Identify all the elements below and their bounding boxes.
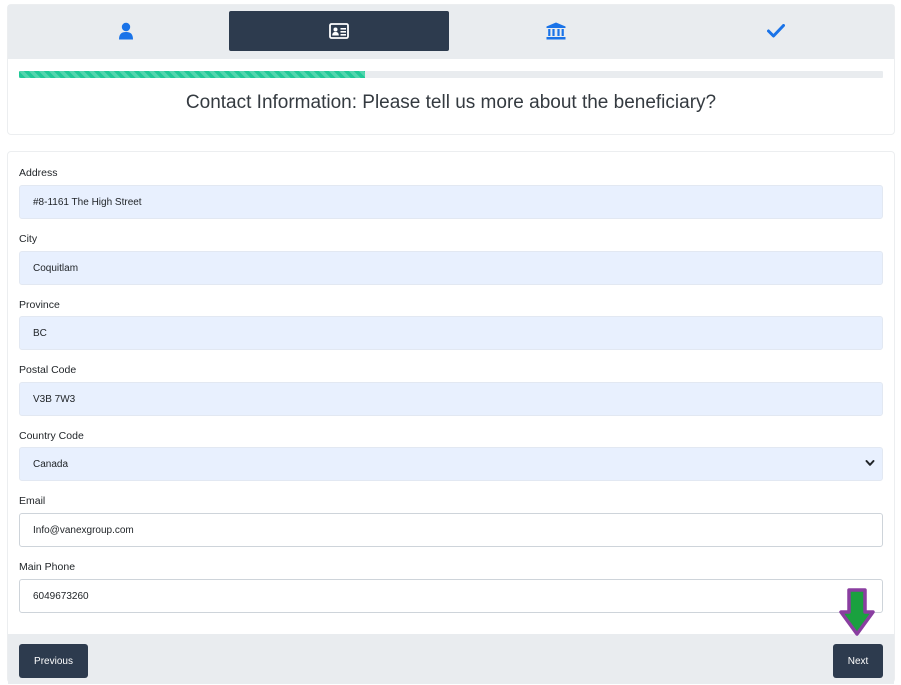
country-code-select[interactable]: Canada [19, 447, 883, 481]
email-label: Email [19, 495, 46, 507]
chevron-down-icon [865, 460, 875, 466]
step-contact[interactable] [229, 11, 449, 51]
postal-code-label: Postal Code [19, 364, 77, 376]
progress-bar [19, 71, 883, 78]
step-personal[interactable] [16, 11, 236, 51]
down-arrow-icon [839, 588, 875, 636]
check-icon [767, 24, 785, 38]
id-card-icon [329, 23, 349, 39]
progress-bar-fill [19, 71, 365, 78]
city-label: City [19, 233, 38, 245]
user-icon [119, 22, 133, 40]
province-label: Province [19, 299, 60, 311]
city-input[interactable] [19, 251, 883, 285]
email-input[interactable] [19, 513, 883, 547]
address-label: Address [19, 167, 58, 179]
step-banking[interactable] [446, 11, 666, 51]
bank-icon [546, 22, 566, 40]
main-phone-input[interactable] [19, 579, 883, 613]
province-input[interactable] [19, 316, 883, 350]
address-input[interactable] [19, 185, 883, 219]
previous-button[interactable]: Previous [19, 644, 88, 678]
next-button[interactable]: Next [833, 644, 883, 678]
step-confirm[interactable] [666, 11, 886, 51]
country-code-label: Country Code [19, 430, 84, 442]
wizard-footer [8, 634, 894, 684]
country-code-value: Canada [19, 447, 883, 481]
postal-code-input[interactable] [19, 382, 883, 416]
page-title: Contact Information: Please tell us more… [185, 92, 717, 113]
wizard-steps [8, 5, 894, 59]
main-phone-label: Main Phone [19, 561, 76, 573]
